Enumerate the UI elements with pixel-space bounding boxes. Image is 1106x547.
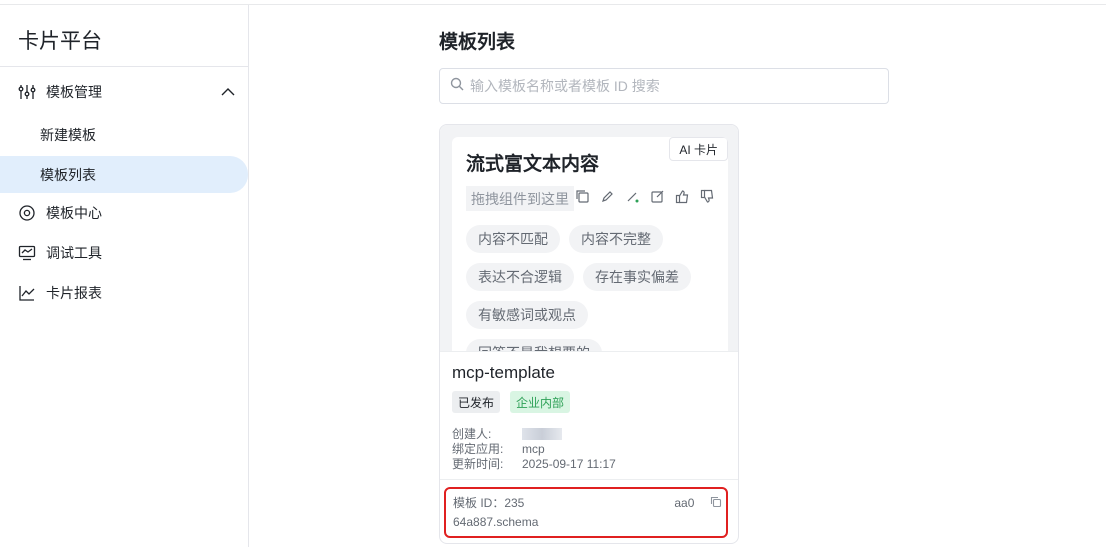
thumbs-up-icon [674, 188, 691, 205]
sidebar: 卡片平台 模板管理 新建模板 模板列表 模板中心 调试工具 卡片报表 [0, 5, 249, 547]
sidebar-item-template-center[interactable]: 模板中心 [0, 193, 248, 233]
divider [440, 479, 738, 480]
template-name: mcp-template [452, 363, 555, 382]
scope-badge: 企业内部 [510, 391, 571, 413]
preview-title: 流式富文本内容 [466, 154, 600, 175]
sidebar-item-card-reports[interactable]: 卡片报表 [0, 273, 248, 313]
sidebar-item-label: 模板中心 [46, 205, 102, 221]
feedback-chip: 存在事实偏差 [583, 263, 691, 291]
copy-icon [574, 188, 591, 205]
chart-line-icon [18, 284, 36, 302]
preview-toolbar [574, 188, 716, 205]
template-id-label: 模板 ID：235 [453, 496, 525, 510]
card-preview: 流式富文本内容 AI 卡片 拖拽组件到这里 内容不匹配 内容不完整 表达不合逻辑… [440, 125, 738, 351]
sidebar-subitem-new-template[interactable]: 新建模板 [0, 116, 248, 153]
template-id-box: 模板 ID：235 aa0 64a887.schema [444, 487, 728, 538]
app-value: mcp [522, 442, 545, 456]
preview-canvas: 流式富文本内容 AI 卡片 拖拽组件到这里 内容不匹配 内容不完整 表达不合逻辑… [452, 137, 728, 351]
sidebar-item-template-management[interactable]: 模板管理 [0, 72, 248, 112]
copy-icon[interactable] [710, 495, 722, 508]
thumbs-down-icon [699, 188, 716, 205]
feedback-chips: 内容不匹配 内容不完整 表达不合逻辑 存在事实偏差 有敏感词或观点 回答不是我想… [466, 225, 716, 351]
creator-avatar [522, 428, 562, 440]
sidebar-subitem-template-list[interactable]: 模板列表 [0, 156, 248, 193]
app-title: 卡片平台 [0, 5, 248, 67]
monitor-icon [18, 244, 36, 262]
edit-icon [599, 188, 616, 205]
edit-square-icon [649, 188, 666, 205]
status-badge: 已发布 [452, 391, 501, 413]
sidebar-item-label: 卡片报表 [46, 285, 102, 301]
template-id-masked [524, 494, 674, 513]
template-id-line2: 64a887.schema [453, 515, 539, 529]
sidebar-item-label: 调试工具 [46, 245, 102, 261]
tag-group: 已发布 企业内部 [452, 391, 726, 413]
app-label: 绑定应用: [452, 442, 504, 456]
magic-wand-icon [624, 188, 641, 205]
template-id-tail: aa0 [674, 496, 695, 510]
sidebar-item-label: 模板管理 [46, 84, 102, 100]
template-card[interactable]: 流式富文本内容 AI 卡片 拖拽组件到这里 内容不匹配 内容不完整 表达不合逻辑… [439, 124, 739, 544]
main-content: 模板列表 流式富文本内容 AI 卡片 拖拽组件到这里 [250, 5, 1106, 547]
page-title: 模板列表 [439, 32, 516, 53]
search-icon [450, 77, 464, 96]
updated-label: 更新时间: [452, 457, 504, 471]
sliders-icon [18, 83, 36, 101]
search-box [439, 68, 889, 104]
feedback-chip: 有敏感词或观点 [466, 301, 588, 329]
feedback-chip: 内容不匹配 [466, 225, 560, 253]
template-center-icon [18, 204, 36, 222]
creator-label: 创建人: [452, 427, 492, 441]
template-meta: 创建人: 绑定应用: mcp 更新时间: 2025-09-17 11:17 [452, 427, 726, 472]
sidebar-nav: 模板管理 新建模板 模板列表 模板中心 调试工具 卡片报表 [0, 72, 248, 313]
feedback-chip: 回答不是我想要的 [466, 339, 602, 351]
feedback-chip: 表达不合逻辑 [466, 263, 574, 291]
sidebar-item-debug-tools[interactable]: 调试工具 [0, 233, 248, 273]
chevron-up-icon[interactable] [220, 84, 236, 100]
updated-value: 2025-09-17 11:17 [522, 457, 616, 471]
drag-drop-zone: 拖拽组件到这里 [466, 186, 574, 211]
ai-card-badge: AI 卡片 [669, 137, 728, 161]
card-info: mcp-template 已发布 企业内部 创建人: 绑定应用: mcp 更新时… [440, 351, 738, 472]
search-input[interactable] [470, 78, 870, 94]
feedback-chip: 内容不完整 [569, 225, 663, 253]
